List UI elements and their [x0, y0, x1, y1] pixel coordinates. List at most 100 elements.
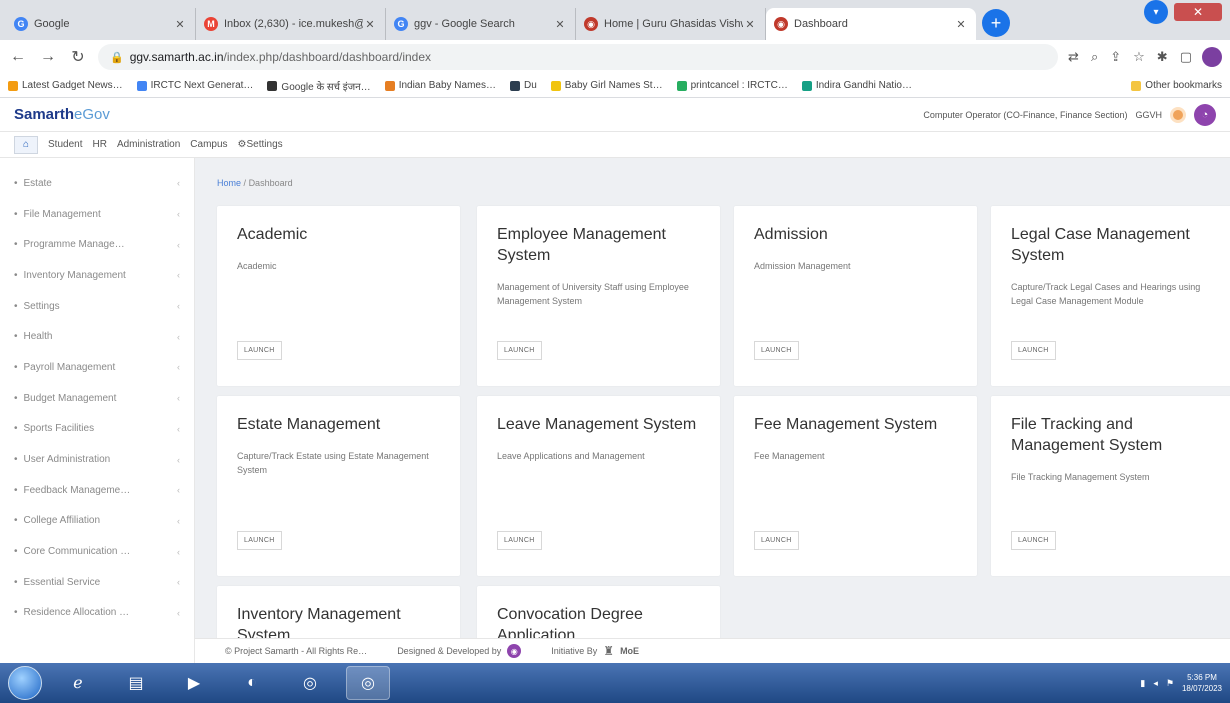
- bookmark-item[interactable]: Indira Gandhi Natio…: [801, 80, 912, 91]
- browser-tab[interactable]: ◉ Dashboard ✕: [766, 8, 976, 40]
- chevron-left-icon: ‹: [177, 301, 180, 312]
- sidebar-item[interactable]: • Residence Allocation … ‹: [0, 598, 194, 629]
- sidebar-item[interactable]: • Core Communication … ‹: [0, 536, 194, 567]
- launch-button[interactable]: LAUNCH: [754, 341, 799, 360]
- forward-icon[interactable]: →: [38, 48, 58, 66]
- sidebar-item[interactable]: • College Affiliation ‹: [0, 506, 194, 537]
- breadcrumb: Home / Dashboard: [217, 178, 293, 188]
- bookmark-item[interactable]: Google के सर्च इंजन…: [267, 79, 371, 93]
- chevron-left-icon: ‹: [177, 577, 180, 588]
- reload-icon[interactable]: ↻: [68, 47, 88, 67]
- launch-button[interactable]: LAUNCH: [237, 531, 282, 550]
- bookmark-item[interactable]: printcancel : IRCTC…: [676, 80, 788, 91]
- sidebar-item[interactable]: • Essential Service ‹: [0, 567, 194, 598]
- sidebar-item-label: Essential Service: [23, 576, 101, 588]
- menu-item[interactable]: Administration: [117, 139, 180, 150]
- user-avatar[interactable]: ◔: [1194, 103, 1216, 126]
- bookmark-item[interactable]: Baby Girl Names St…: [550, 80, 663, 91]
- brand-logo[interactable]: SamartheGov: [14, 106, 110, 123]
- bookmark-item[interactable]: Latest Gadget News…: [8, 80, 123, 91]
- profile-avatar[interactable]: [1202, 47, 1222, 67]
- sidebar-item[interactable]: • File Management ‹: [0, 199, 194, 230]
- firefox-icon[interactable]: ◐: [230, 666, 274, 700]
- window-close-button[interactable]: ✕: [1174, 3, 1222, 21]
- tab-favicon-icon: ◉: [584, 17, 598, 31]
- notification-icon[interactable]: [1170, 106, 1186, 123]
- home-icon[interactable]: ⌂: [14, 135, 38, 154]
- media-player-icon[interactable]: ▶: [172, 666, 216, 700]
- sidebar-item[interactable]: • Sports Facilities ‹: [0, 414, 194, 445]
- sidepanel-icon[interactable]: ▢: [1180, 49, 1192, 65]
- browser-tab[interactable]: G Google ✕: [6, 8, 196, 40]
- sidebar-item[interactable]: • Feedback Manageme… ‹: [0, 475, 194, 506]
- sidebar-item[interactable]: • Estate ‹: [0, 168, 194, 199]
- launch-button[interactable]: LAUNCH: [497, 341, 542, 360]
- sidebar-item[interactable]: • Settings ‹: [0, 291, 194, 322]
- menu-item[interactable]: HR: [92, 139, 106, 150]
- share-icon[interactable]: ⇪: [1110, 49, 1121, 65]
- app-header: SamartheGov Computer Operator (CO-Financ…: [0, 98, 1230, 132]
- network-icon[interactable]: ▮: [1140, 678, 1145, 689]
- bookmark-item[interactable]: IRCTC Next Generat…: [136, 80, 253, 91]
- sidebar-item-label: Health: [23, 331, 53, 343]
- browser-tab[interactable]: Gggv - Google Search ✕: [386, 8, 576, 40]
- card-title: Legal Case Management System: [1011, 226, 1190, 264]
- card-title: Fee Management System: [754, 416, 938, 433]
- chevron-left-icon: ‹: [177, 546, 180, 557]
- chevron-left-icon: ‹: [177, 607, 180, 618]
- bookmark-item[interactable]: Indian Baby Names…: [384, 80, 496, 91]
- tab-search-icon[interactable]: ▾: [1144, 0, 1168, 24]
- tab-close-icon[interactable]: ✕: [173, 18, 187, 31]
- back-icon[interactable]: ←: [8, 48, 28, 66]
- chevron-left-icon: ‹: [177, 515, 180, 526]
- chrome-active-icon[interactable]: ◎: [346, 666, 390, 700]
- sidebar-item[interactable]: • Payroll Management ‹: [0, 352, 194, 383]
- launch-button[interactable]: LAUNCH: [497, 531, 542, 550]
- card-description: Leave Applications and Management: [497, 451, 645, 461]
- volume-icon[interactable]: ◂: [1153, 678, 1158, 689]
- other-bookmarks[interactable]: Other bookmarks: [1131, 80, 1222, 91]
- card-title: Employee Management System: [497, 226, 666, 264]
- tab-close-icon[interactable]: ✕: [743, 18, 757, 31]
- clock[interactable]: 5:36 PM 18/07/2023: [1182, 672, 1222, 694]
- extensions-icon[interactable]: ✱: [1157, 49, 1168, 65]
- card-description: Capture/Track Estate using Estate Manage…: [237, 451, 429, 475]
- tab-close-icon[interactable]: ✕: [954, 18, 968, 31]
- menu-item[interactable]: Campus: [190, 139, 227, 150]
- sidebar-item[interactable]: • Budget Management ‹: [0, 383, 194, 414]
- bullet-icon: •: [14, 331, 18, 343]
- tab-close-icon[interactable]: ✕: [553, 18, 567, 31]
- new-tab-button[interactable]: +: [982, 9, 1010, 37]
- star-icon[interactable]: ☆: [1133, 49, 1145, 65]
- flag-icon[interactable]: ⚑: [1166, 678, 1174, 689]
- browser-tab[interactable]: ◉ Home | Guru Ghasidas Vishw…✕: [576, 8, 766, 40]
- launch-button[interactable]: LAUNCH: [754, 531, 799, 550]
- folder-icon[interactable]: ▤: [114, 666, 158, 700]
- sidebar-item-label: Core Communication …: [23, 546, 131, 558]
- sidebar-item[interactable]: • Health ‹: [0, 321, 194, 352]
- breadcrumb-home[interactable]: Home: [217, 178, 241, 188]
- sidebar-item-label: Programme Manage…: [23, 239, 125, 251]
- launch-button[interactable]: LAUNCH: [1011, 341, 1056, 360]
- browser-tab[interactable]: M Inbox (2,630) - ice.mukesh@… ✕: [196, 8, 386, 40]
- launch-button[interactable]: LAUNCH: [237, 341, 282, 360]
- zoom-icon[interactable]: ⌕: [1091, 49, 1098, 65]
- bullet-icon: •: [14, 546, 18, 558]
- ie-icon[interactable]: ℯ: [56, 666, 100, 700]
- translate-icon[interactable]: ⇄: [1068, 49, 1079, 65]
- bookmark-icon: [8, 80, 18, 91]
- sidebar-item[interactable]: • Programme Manage… ‹: [0, 229, 194, 260]
- menu-item[interactable]: ⚙Settings: [238, 139, 283, 150]
- address-bar[interactable]: 🔒 ggv.samarth.ac.in /index.php/dashboard…: [98, 44, 1059, 70]
- module-card: File Tracking and Management System File …: [991, 396, 1230, 576]
- bookmark-item[interactable]: Du: [509, 80, 537, 91]
- sidebar-item[interactable]: • Inventory Management ‹: [0, 260, 194, 291]
- bookmarks-bar: Latest Gadget News… IRCTC Next Generat… Go…: [0, 74, 1230, 98]
- menu-item[interactable]: Student: [48, 139, 82, 150]
- start-button[interactable]: [8, 666, 42, 700]
- chevron-left-icon: ‹: [177, 454, 180, 465]
- chrome-icon[interactable]: ◎: [288, 666, 332, 700]
- tab-close-icon[interactable]: ✕: [363, 18, 377, 31]
- sidebar-item[interactable]: • User Administration ‹: [0, 444, 194, 475]
- launch-button[interactable]: LAUNCH: [1011, 531, 1056, 550]
